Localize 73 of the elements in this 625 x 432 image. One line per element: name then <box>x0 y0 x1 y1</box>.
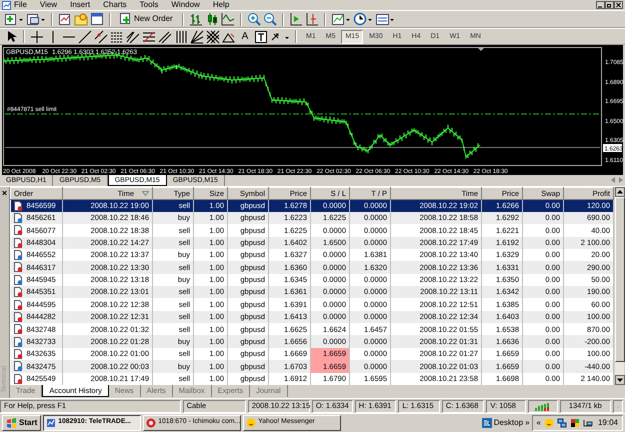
retracement-icon[interactable] <box>142 30 156 44</box>
close-icon[interactable] <box>614 1 623 9</box>
zoom-in-icon[interactable] <box>246 12 261 26</box>
menu-item[interactable]: View <box>38 1 58 9</box>
windows-flag-icon <box>6 418 16 428</box>
bar-chart-icon[interactable] <box>188 12 203 26</box>
diagonal-lines-icon[interactable] <box>158 30 172 44</box>
clock-icon[interactable] <box>352 12 373 26</box>
text-label-icon[interactable] <box>254 30 268 44</box>
tray-chevron[interactable]: « <box>536 418 541 426</box>
menu-item[interactable]: Tools <box>138 1 160 9</box>
menu-item[interactable]: File <box>13 1 28 9</box>
scrollbar-thumb[interactable] <box>615 197 625 362</box>
smiley-icon <box>246 418 256 428</box>
connection-tray-icon[interactable] <box>582 418 593 428</box>
indicators-icon[interactable] <box>330 12 351 26</box>
sell-order-icon <box>14 312 22 322</box>
new-chart-icon[interactable] <box>4 12 24 26</box>
new-order-button[interactable]: New Order <box>116 12 177 26</box>
messenger-tray-icon[interactable] <box>544 418 554 428</box>
flag-tray-icon[interactable] <box>570 418 580 428</box>
buy-order-icon <box>14 336 22 347</box>
trendline-icon[interactable] <box>78 30 92 44</box>
resize-grip-icon <box>613 400 624 412</box>
minimize-icon[interactable] <box>596 1 605 9</box>
grid-icon[interactable] <box>206 30 220 44</box>
sell-order-icon <box>14 324 22 334</box>
scroll-down-icon[interactable] <box>615 375 625 385</box>
menu-item[interactable]: Charts <box>102 1 128 9</box>
scroll-up-icon[interactable] <box>615 187 625 197</box>
sort-icon <box>142 191 149 196</box>
profiles-icon[interactable] <box>26 12 46 26</box>
sell-order-icon <box>14 348 22 359</box>
buy-order-icon <box>14 361 22 372</box>
toolbar-chevron[interactable]: » <box>525 418 530 426</box>
sell-order-icon <box>14 200 22 211</box>
sell-order-icon <box>14 300 22 310</box>
menu-item[interactable]: Help <box>212 1 230 9</box>
sell-order-icon <box>14 238 22 248</box>
chart-shift-marker-icon[interactable] <box>478 48 484 51</box>
zoom-out-icon[interactable] <box>262 12 277 26</box>
line-chart-icon[interactable] <box>220 12 235 26</box>
buy-order-icon <box>14 250 22 260</box>
clock: 19:04 <box>598 418 618 426</box>
sr-toolbar-icon[interactable] <box>482 418 492 428</box>
new-order-icon <box>120 13 132 25</box>
market-watch-icon[interactable] <box>58 12 72 26</box>
chart-app-icon <box>46 418 56 428</box>
buy-order-icon <box>14 274 22 285</box>
restore-icon[interactable] <box>605 1 614 9</box>
start-button[interactable]: Start <box>2 414 42 430</box>
toolbar-label[interactable]: Desktop <box>494 418 524 426</box>
text-tool[interactable]: A <box>238 32 252 42</box>
fibonacci-icon[interactable] <box>110 30 124 44</box>
chart-shift-icon[interactable] <box>288 12 303 26</box>
ichimoku-app-icon <box>146 418 156 428</box>
menu-item[interactable]: Insert <box>69 1 92 9</box>
vertical-bars-icon[interactable] <box>174 30 188 44</box>
templates-icon[interactable] <box>374 12 395 26</box>
network-tray-icon[interactable] <box>556 418 567 428</box>
crosshair-icon[interactable] <box>30 30 44 44</box>
terminal-icon[interactable] <box>90 12 104 26</box>
sell-order-icon <box>14 225 22 236</box>
close-button[interactable]: × <box>2 187 8 198</box>
fan-icon[interactable] <box>190 30 204 44</box>
channel-icon[interactable] <box>94 30 108 44</box>
autoscroll-icon[interactable] <box>304 12 319 26</box>
pitchfork-icon[interactable] <box>126 30 140 44</box>
connection-bars-icon <box>534 402 551 410</box>
sell-order-icon <box>14 287 22 298</box>
menu-item[interactable]: Window <box>170 1 201 9</box>
sell-order-icon <box>14 262 22 272</box>
buy-order-icon <box>14 213 22 224</box>
